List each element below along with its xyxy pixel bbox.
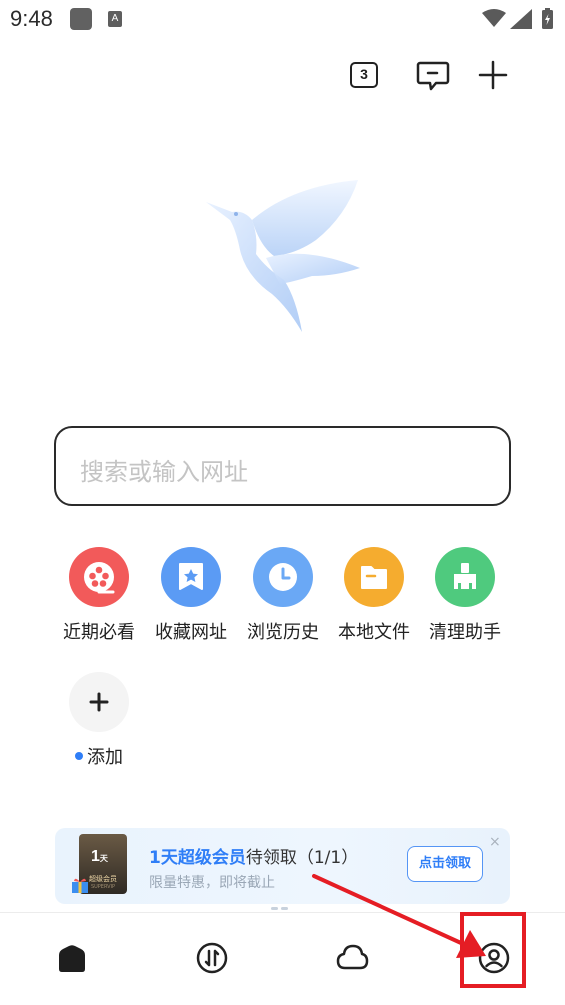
tab-count-button[interactable]: 3 [350, 62, 378, 88]
new-indicator-dot [75, 752, 83, 760]
wifi-icon [482, 9, 506, 27]
gift-icon [72, 878, 88, 893]
promo-title-highlight: 1天超级会员 [149, 848, 246, 868]
quick-link-cleaner[interactable]: 清理助手 [419, 547, 511, 644]
quick-link-label: 收藏网址 [155, 622, 227, 643]
battery-charging-icon [542, 8, 553, 29]
pager-dot [281, 907, 288, 910]
quick-link-add[interactable]: 添加 [53, 672, 145, 769]
star-bookmark-icon [161, 547, 221, 607]
clock-icon [253, 547, 313, 607]
plus-icon[interactable] [476, 58, 510, 92]
promo-subtitle: 限量特惠，即将截止 [149, 875, 275, 891]
vip-card-day-number: 1 [91, 848, 100, 865]
quick-link-label: 添加 [87, 747, 123, 768]
notification-a-icon: A [108, 11, 122, 27]
close-icon[interactable]: × [489, 834, 501, 850]
pager-dot [271, 907, 278, 910]
notification-square-icon [70, 8, 92, 30]
plus-icon [69, 672, 129, 732]
quick-link-label: 浏览历史 [247, 622, 319, 643]
search-placeholder: 搜索或输入网址 [80, 458, 248, 486]
status-bar: 9:48 A [0, 0, 565, 40]
quick-link-bookmarks[interactable]: 收藏网址 [145, 547, 237, 644]
cell-signal-icon [510, 9, 532, 29]
home-icon[interactable] [55, 941, 89, 975]
vip-card-day-unit: 天 [99, 854, 108, 863]
folder-icon [344, 547, 404, 607]
quick-link-recent-must-watch[interactable]: 近期必看 [53, 547, 145, 644]
clock-time: 9:48 [10, 6, 53, 31]
quick-link-label: 本地文件 [338, 622, 410, 643]
broom-icon [435, 547, 495, 607]
transfer-icon[interactable] [195, 941, 229, 975]
annotation-arrow-icon [312, 874, 486, 958]
vip-card-day: 1天 [91, 848, 108, 866]
quick-link-label: 清理助手 [429, 622, 501, 643]
quick-link-label: 近期必看 [63, 622, 135, 643]
bird-logo-icon [206, 180, 360, 332]
quick-link-add-label-wrap: 添加 [53, 743, 145, 769]
message-icon[interactable] [416, 60, 450, 92]
film-reel-icon [69, 547, 129, 607]
quick-link-local-files[interactable]: 本地文件 [328, 547, 420, 644]
quick-link-history[interactable]: 浏览历史 [237, 547, 329, 644]
search-input[interactable]: 搜索或输入网址 [54, 426, 511, 506]
